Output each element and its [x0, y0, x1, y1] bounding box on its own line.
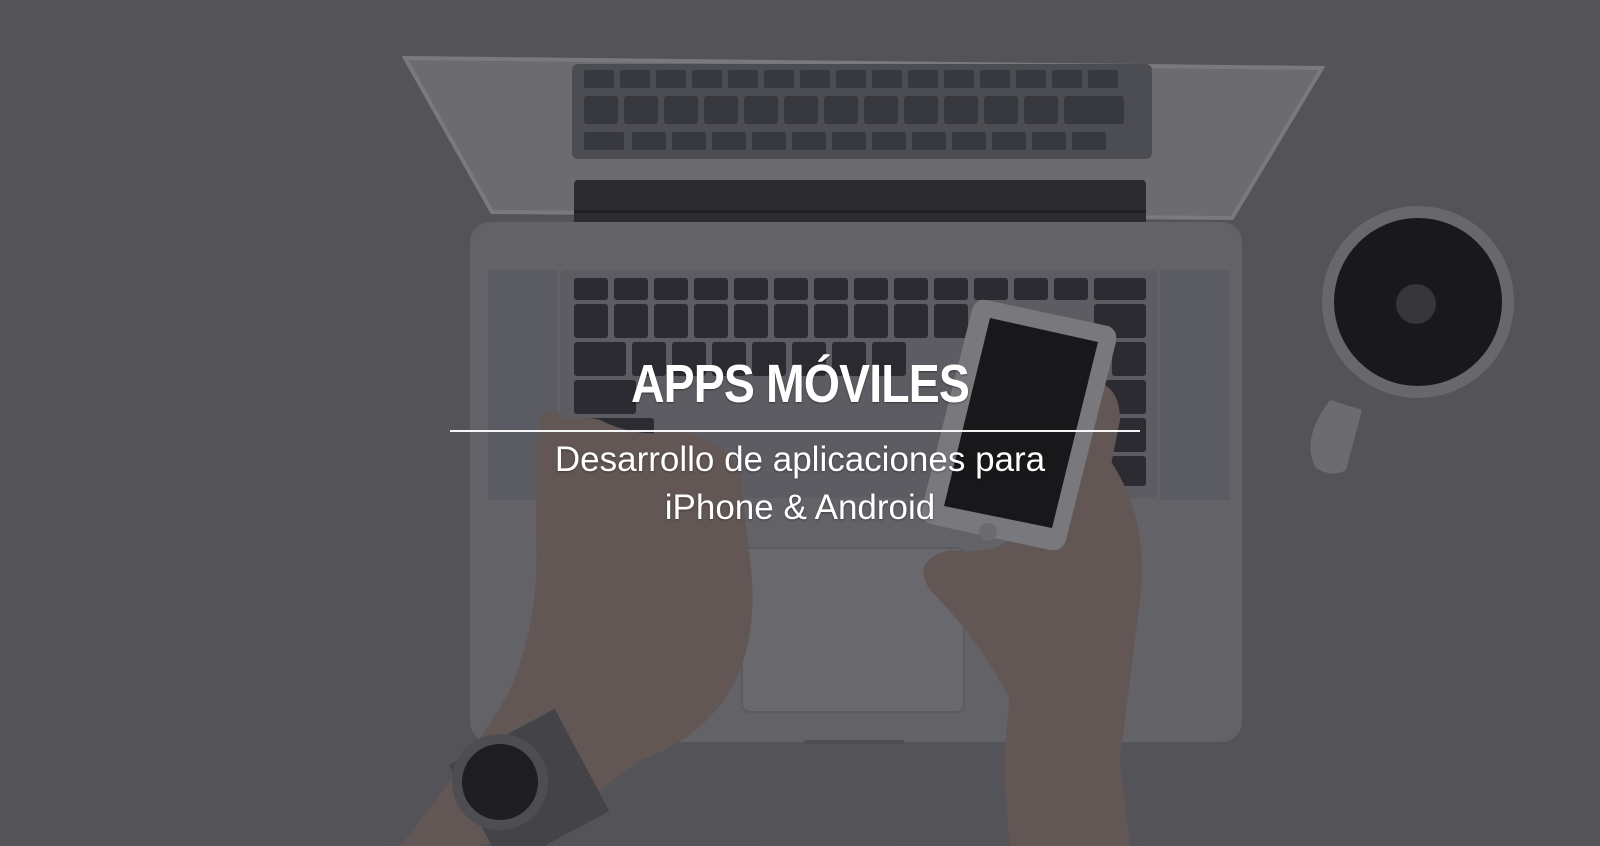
subtitle-line-2: iPhone & Android [664, 488, 936, 527]
subtitle-line-1: Desarrollo de aplicaciones para [554, 440, 1046, 479]
title-divider [450, 430, 1140, 432]
dark-overlay [0, 0, 1600, 846]
page-subtitle: Desarrollo de aplicaciones para iPhone &… [0, 436, 1600, 532]
page-title: APPS MÓVILES [630, 354, 970, 414]
